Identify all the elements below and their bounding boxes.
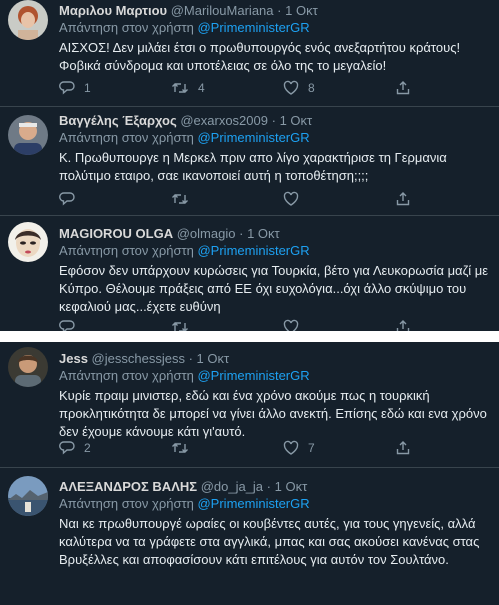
like-button[interactable]: [283, 191, 308, 207]
like-icon: [283, 319, 299, 331]
timestamp[interactable]: 1 Οκτ: [280, 113, 313, 128]
reply-icon: [59, 81, 75, 95]
like-icon: [283, 191, 299, 206]
tweet[interactable]: ΑΛΕΞΑΝΔΡΟΣ ΒΑΛΗΣ @do_ja_ja · 1 Οκτ Απάντ…: [0, 468, 499, 605]
tweet-actions: [59, 191, 489, 207]
separator-dot: ·: [271, 113, 276, 128]
display-name[interactable]: Βαγγέλης Έξαρχος: [59, 113, 177, 128]
retweet-icon: [172, 83, 188, 93]
user-handle[interactable]: @jesschessjess: [92, 351, 185, 366]
share-button[interactable]: [395, 440, 411, 456]
avatar[interactable]: [8, 222, 48, 262]
timestamp[interactable]: 1 Οκτ: [197, 351, 230, 366]
tweet[interactable]: Μαριλου Μαρτιου @MarilouMariana · 1 Οκτ …: [0, 0, 499, 107]
display-name[interactable]: ΑΛΕΞΑΝΔΡΟΣ ΒΑΛΗΣ: [59, 479, 197, 494]
user-handle[interactable]: @do_ja_ja: [201, 479, 263, 494]
reply-icon: [59, 192, 75, 206]
display-name[interactable]: Jess: [59, 351, 88, 366]
tweet-text: Ναι κε πρωθυπουργέ ωραίες οι κουβέντες α…: [59, 516, 480, 567]
reply-button[interactable]: [59, 319, 84, 331]
like-icon: [283, 80, 299, 95]
retweet-count: 4: [198, 81, 205, 95]
tweet-actions: 1 4 8: [59, 80, 489, 96]
timestamp[interactable]: 1 Οκτ: [275, 479, 308, 494]
reply-count: 2: [84, 441, 91, 455]
user-handle[interactable]: @MarilouMariana: [171, 3, 274, 18]
mention-link[interactable]: @PrimeministerGR: [197, 368, 309, 383]
retweet-icon: [172, 443, 188, 453]
tweet-header: Μαριλου Μαρτιου @MarilouMariana · 1 Οκτ: [59, 2, 493, 19]
like-button[interactable]: 7: [283, 440, 315, 456]
user-handle[interactable]: @olmagio: [177, 226, 236, 241]
reply-prefix: Απάντηση στον χρήστη: [59, 243, 194, 258]
like-button[interactable]: 8: [283, 80, 315, 96]
separator-dot: ·: [188, 351, 193, 366]
reply-prefix: Απάντηση στον χρήστη: [59, 130, 194, 145]
like-button[interactable]: [283, 319, 308, 331]
share-icon: [396, 192, 410, 206]
display-name[interactable]: MAGIOROU OLGA: [59, 226, 173, 241]
tweet-text: Κ. Πρωθυπουργε η Μερκελ πριν απο λίγο χα…: [59, 150, 447, 183]
reply-prefix: Απάντηση στον χρήστη: [59, 20, 194, 35]
mention-link[interactable]: @PrimeministerGR: [197, 243, 309, 258]
user-handle[interactable]: @exarxos2009: [180, 113, 268, 128]
reply-icon: [59, 441, 75, 455]
avatar[interactable]: [8, 476, 48, 516]
share-button[interactable]: [395, 319, 411, 331]
share-button[interactable]: [395, 191, 411, 207]
like-count: 8: [308, 81, 315, 95]
tweet-actions: 2 7: [59, 440, 489, 456]
share-icon: [396, 81, 410, 95]
display-name[interactable]: Μαριλου Μαρτιου: [59, 3, 167, 18]
separator-dot: ·: [266, 479, 272, 494]
retweet-button[interactable]: [171, 191, 198, 207]
reply-button[interactable]: 1: [59, 80, 91, 96]
mention-link[interactable]: @PrimeministerGR: [197, 130, 309, 145]
reply-prefix: Απάντηση στον χρήστη: [59, 496, 194, 511]
reply-button[interactable]: 2: [59, 440, 91, 456]
tweet-header: ΑΛΕΞΑΝΔΡΟΣ ΒΑΛΗΣ @do_ja_ja · 1 Οκτ: [59, 478, 493, 495]
mention-link[interactable]: @PrimeministerGR: [197, 496, 309, 511]
timeline-panel-bottom: Jess @jesschessjess · 1 Οκτ Απάντηση στο…: [0, 342, 499, 605]
retweet-icon: [172, 194, 188, 204]
reply-button[interactable]: [59, 191, 84, 207]
like-count: 7: [308, 441, 315, 455]
reply-count: 1: [84, 81, 91, 95]
tweet-header: Jess @jesschessjess · 1 Οκτ: [59, 350, 493, 367]
share-icon: [396, 441, 410, 455]
reply-context: Απάντηση στον χρήστη @PrimeministerGR: [59, 19, 493, 36]
tweet[interactable]: Βαγγέλης Έξαρχος @exarxos2009 · 1 Οκτ Απ…: [0, 107, 499, 216]
tweet-header: MAGIOROU OLGA @olmagio · 1 Οκτ: [59, 225, 493, 242]
avatar[interactable]: [8, 347, 48, 387]
retweet-button[interactable]: [171, 319, 198, 331]
avatar[interactable]: [8, 115, 48, 155]
mention-link[interactable]: @PrimeministerGR: [197, 20, 309, 35]
reply-icon: [59, 320, 75, 331]
separator-dot: ·: [277, 3, 282, 18]
retweet-button[interactable]: 4: [171, 80, 205, 96]
timestamp[interactable]: 1 Οκτ: [285, 3, 318, 18]
share-button[interactable]: [395, 80, 411, 96]
reply-context: Απάντηση στον χρήστη @PrimeministerGR: [59, 495, 493, 512]
retweet-icon: [172, 322, 188, 331]
tweet-actions: [59, 319, 489, 331]
timestamp[interactable]: 1 Οκτ: [247, 226, 280, 241]
tweet-text: Κυρίε πραιμ μινιστερ, εδώ και ένα χρόνο …: [59, 388, 487, 439]
reply-context: Απάντηση στον χρήστη @PrimeministerGR: [59, 242, 493, 259]
reply-context: Απάντηση στον χρήστη @PrimeministerGR: [59, 129, 493, 146]
tweet-text: Εφόσον δεν υπάρχουν κυρώσεις για Τουρκία…: [59, 263, 489, 314]
tweet-text: ΑΙΣΧΟΣ! Δεν μιλάει έτσι ο πρωθυπουργός ε…: [59, 40, 461, 73]
timeline-panel-top: Μαριλου Μαρτιου @MarilouMariana · 1 Οκτ …: [0, 0, 499, 331]
like-icon: [283, 440, 299, 455]
retweet-button[interactable]: [171, 440, 198, 456]
reply-context: Απάντηση στον χρήστη @PrimeministerGR: [59, 367, 493, 384]
tweet[interactable]: MAGIOROU OLGA @olmagio · 1 Οκτ Απάντηση …: [0, 216, 499, 331]
tweet-header: Βαγγέλης Έξαρχος @exarxos2009 · 1 Οκτ: [59, 112, 493, 129]
tweet[interactable]: Jess @jesschessjess · 1 Οκτ Απάντηση στο…: [0, 342, 499, 468]
share-icon: [396, 320, 410, 331]
separator-dot: ·: [239, 226, 244, 241]
reply-prefix: Απάντηση στον χρήστη: [59, 368, 194, 383]
avatar[interactable]: [8, 0, 48, 40]
